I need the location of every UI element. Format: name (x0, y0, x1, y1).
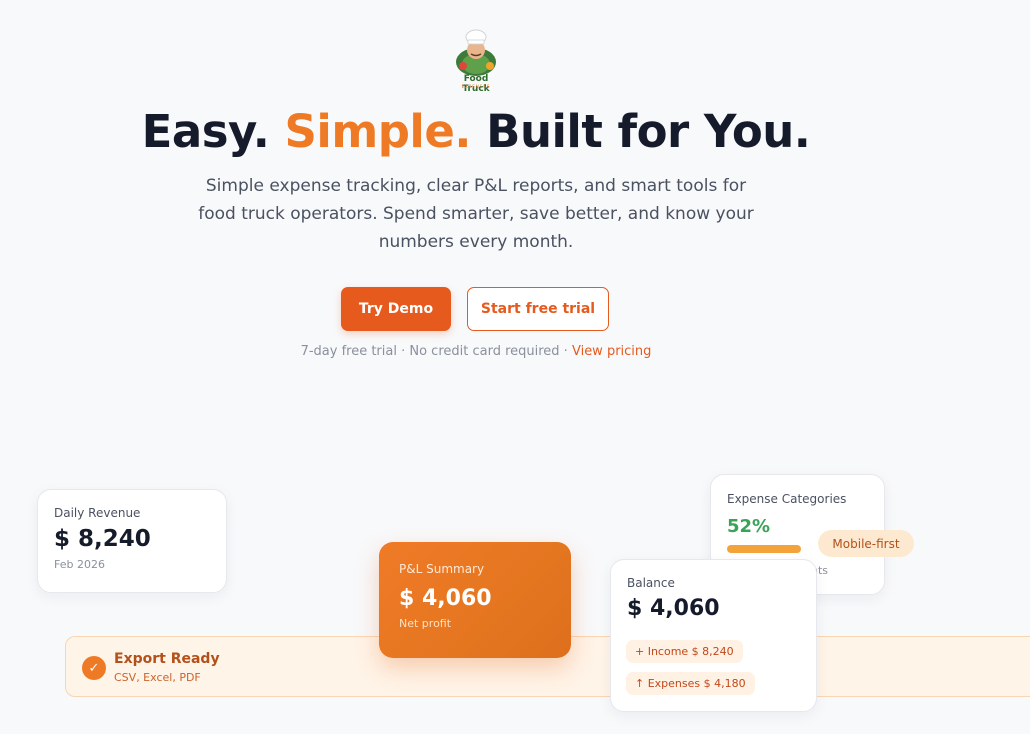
hero-subtitle: Simple expense tracking, clear P&L repor… (198, 176, 754, 252)
hero-headline: Easy. Simple. Built for You. (0, 104, 952, 160)
revenue-label: Daily Revenue (54, 506, 141, 520)
expense-label: Expense Categories (727, 492, 847, 506)
mobile-first-chip: Mobile-first (818, 530, 914, 557)
daily-revenue-card: Daily Revenue $ 8,240 Feb 2026 (37, 489, 227, 593)
pl-summary-card: P&L Summary $ 4,060 Net profit (379, 542, 571, 658)
headline-part2: Built for You. (486, 105, 811, 158)
pl-value: $ 4,060 (399, 586, 492, 611)
trial-note-text: 7-day free trial · No credit card requir… (300, 344, 568, 359)
try-demo-button[interactable]: Try Demo (341, 287, 451, 331)
pl-sub: Net profit (399, 617, 452, 630)
view-pricing-link[interactable]: View pricing (572, 344, 651, 359)
balance-value: $ 4,060 (627, 596, 720, 621)
expense-progress-bar (727, 545, 801, 553)
revenue-value: $ 8,240 (54, 526, 151, 552)
check-icon: ✓ (82, 656, 106, 680)
balance-label: Balance (627, 576, 675, 590)
revenue-date: Feb 2026 (54, 558, 105, 571)
banner-subtitle: CSV, Excel, PDF (114, 671, 201, 684)
balance-card: Balance $ 4,060 + Income $ 8,240 ↑ Expen… (610, 559, 817, 712)
trial-note: 7-day free trial · No credit card requir… (0, 344, 952, 359)
income-pill: + Income $ 8,240 (626, 640, 743, 663)
headline-part1: Easy. (141, 105, 270, 158)
pl-label: P&L Summary (399, 562, 485, 576)
expenses-pill: ↑ Expenses $ 4,180 (626, 672, 755, 695)
logo-subtext: EXPENSES (461, 84, 491, 89)
start-free-trial-button[interactable]: Start free trial (467, 287, 609, 331)
headline-accent: Simple. (284, 105, 472, 158)
brand-logo[interactable]: Food Truck EXPENSES (449, 26, 503, 94)
banner-title: Export Ready (114, 651, 220, 667)
